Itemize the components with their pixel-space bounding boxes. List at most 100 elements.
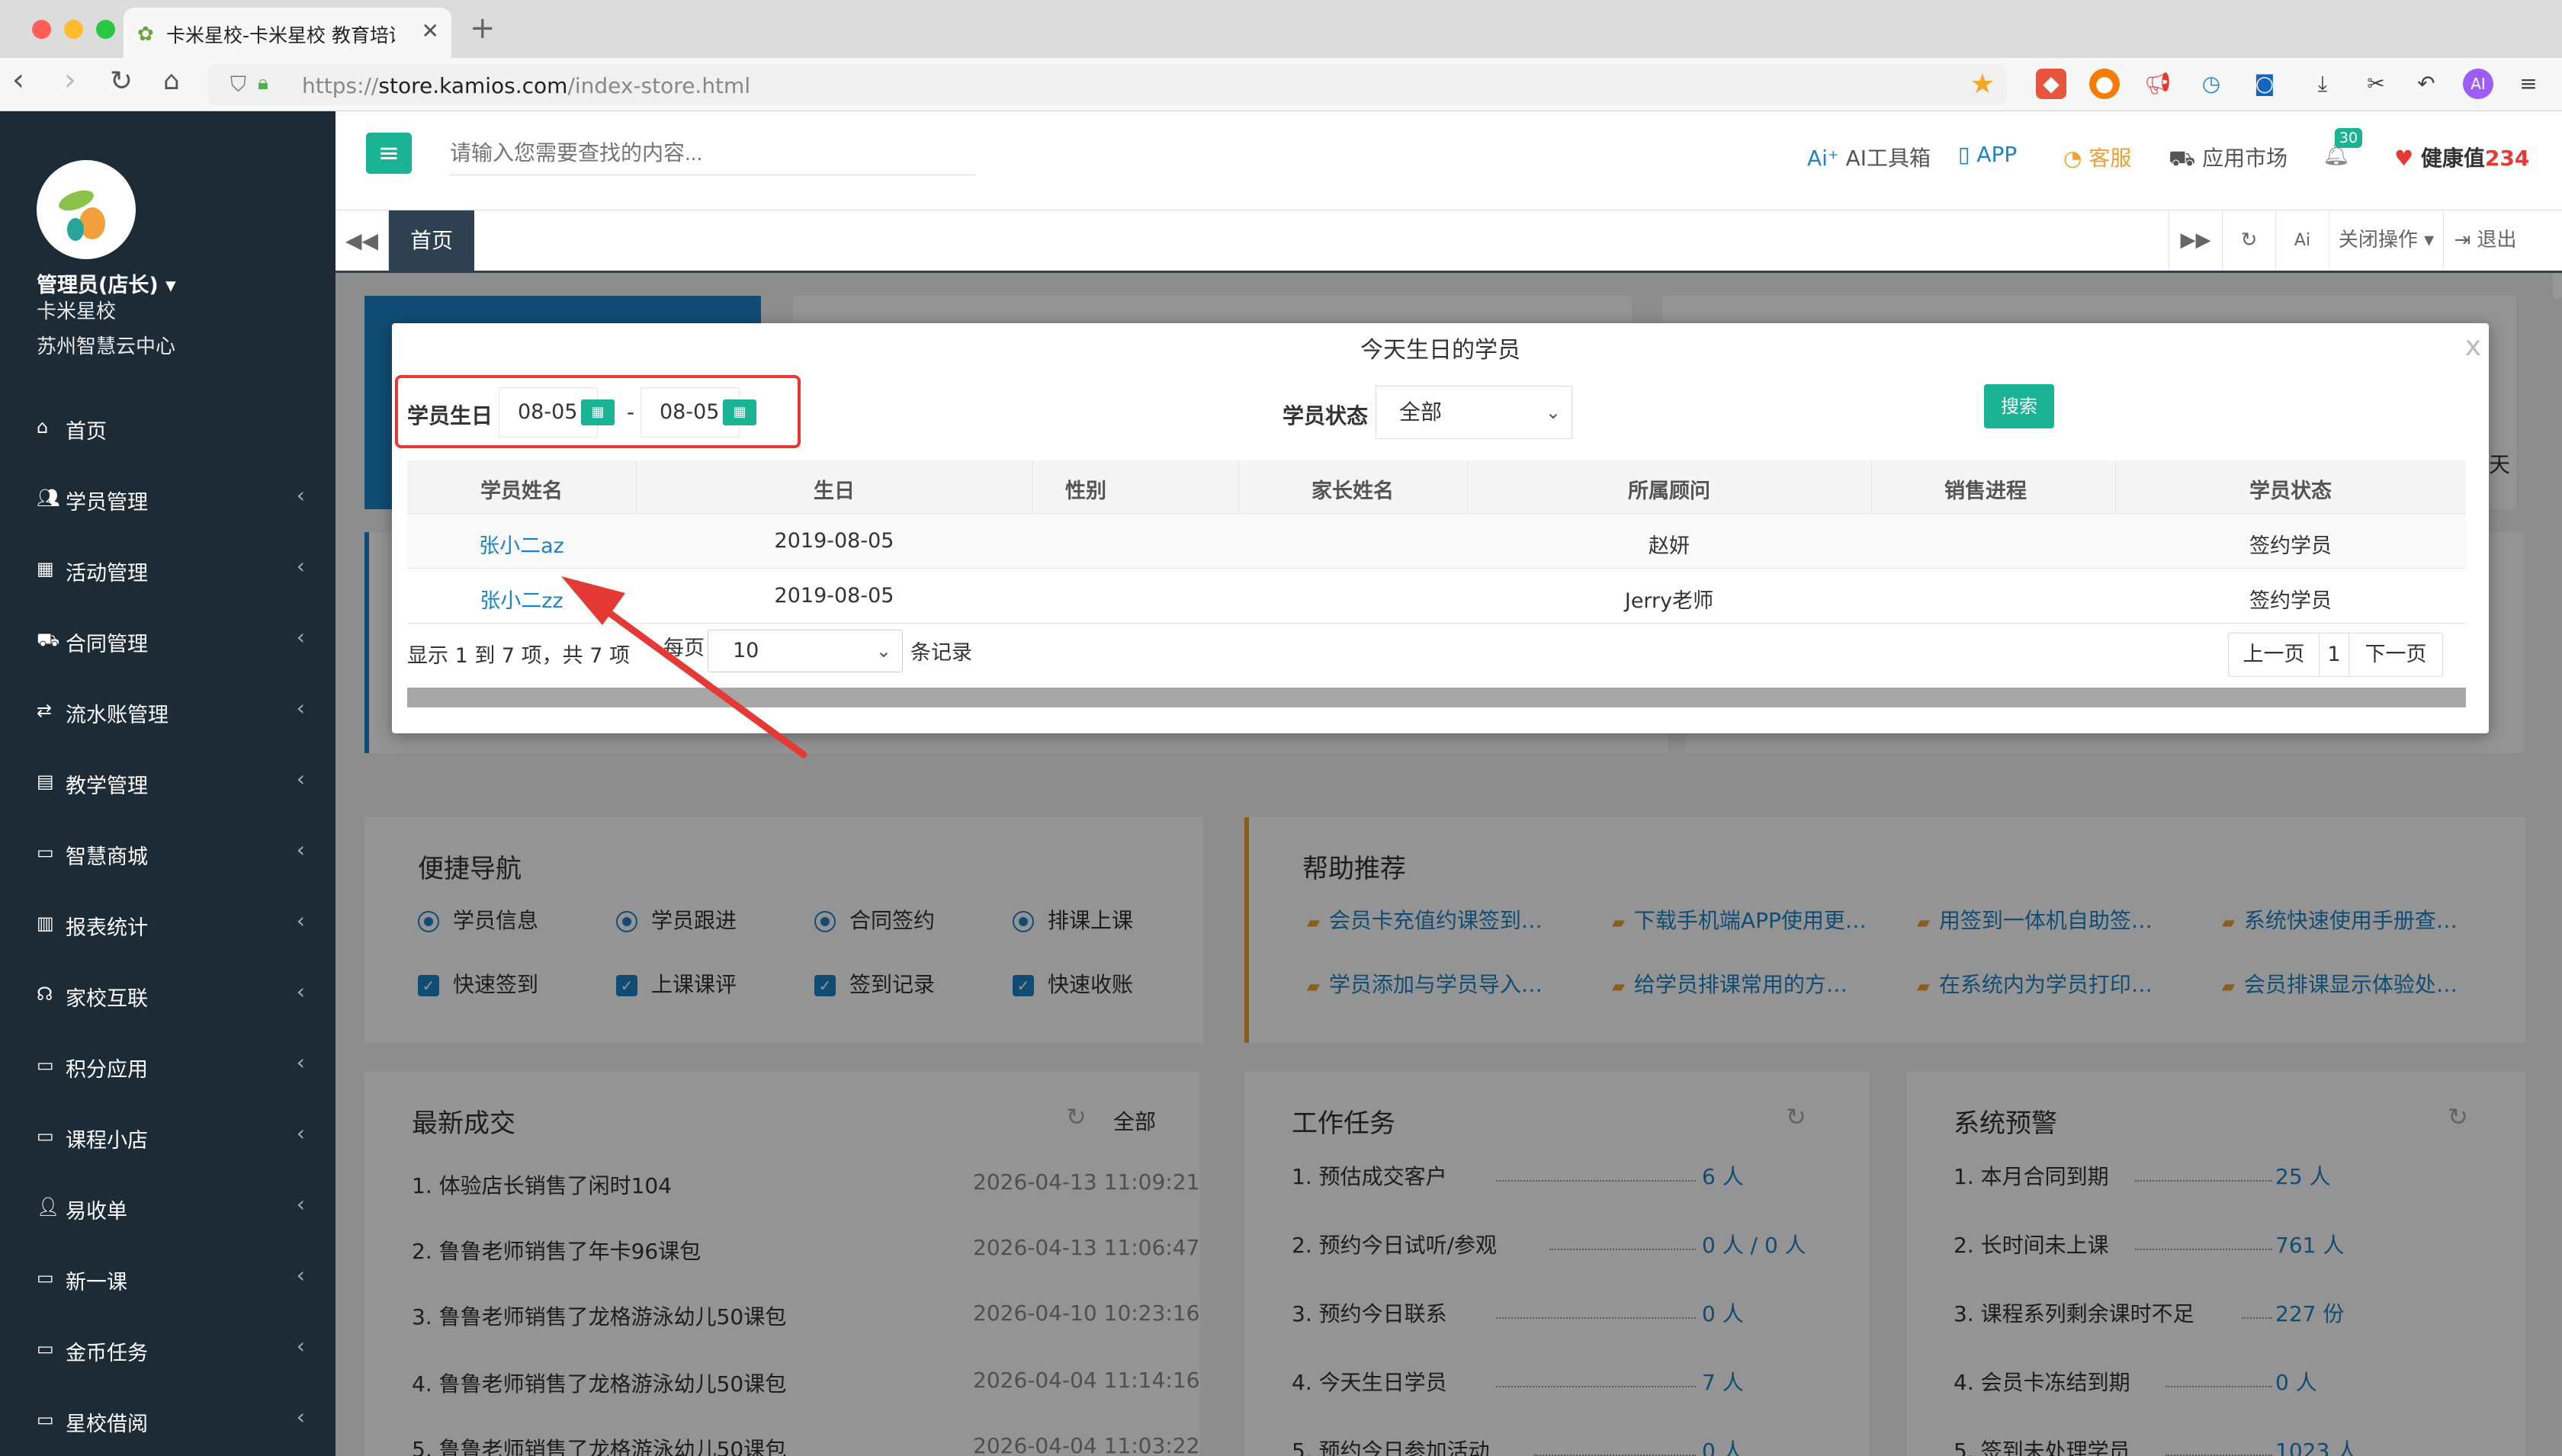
next-page-button[interactable]: 下一页 bbox=[2348, 633, 2443, 677]
camera-extension-icon[interactable]: ◙ bbox=[2249, 69, 2280, 99]
app-market-link[interactable]: ⛟ 应用市场 bbox=[2169, 142, 2288, 174]
horizontal-scrollbar[interactable] bbox=[407, 688, 2466, 707]
search-input[interactable] bbox=[450, 131, 976, 175]
user-menu[interactable]: 管理员(店长) ▾ bbox=[37, 268, 176, 298]
close-icon[interactable]: x bbox=[2465, 331, 2481, 362]
menu-icon[interactable]: ≡ bbox=[2513, 69, 2544, 99]
column-header[interactable]: 性别 bbox=[1032, 474, 1139, 504]
prev-page-button[interactable]: 上一页 bbox=[2228, 633, 2320, 677]
map-icon: ▦ bbox=[37, 558, 54, 579]
browser-tabbar: ✿ 卡米星校-卡米星校 教育培训机构管理系统 ✕ + bbox=[0, 0, 2562, 58]
scissors-icon[interactable]: ✂ bbox=[2361, 69, 2391, 99]
sidebar-item-activities[interactable]: ▦ 活动管理 ‹ bbox=[0, 535, 336, 606]
sidebar-item-mall[interactable]: ▭ 智慧商城 ‹ bbox=[0, 819, 336, 890]
tabs-scroll-left-button[interactable]: ◀◀ bbox=[336, 210, 389, 271]
logout-button[interactable]: ⇥ 退出 bbox=[2443, 210, 2527, 271]
sidebar-item-home-school[interactable]: ☊ 家校互联 ‹ bbox=[0, 961, 336, 1031]
back-icon[interactable]: ‹ bbox=[12, 63, 24, 98]
sidebar-item-teaching[interactable]: ▤ 教学管理 ‹ bbox=[0, 748, 336, 819]
new-tab-button[interactable]: + bbox=[470, 11, 496, 46]
home-browser-icon[interactable]: ⌂ bbox=[163, 66, 180, 96]
sidebar-item-contracts[interactable]: ⛟ 合同管理 ‹ bbox=[0, 606, 336, 677]
chevron-left-icon: ‹ bbox=[296, 1121, 305, 1146]
sidebar-item-coin-tasks[interactable]: ▭ 金币任务 ‹ bbox=[0, 1315, 336, 1386]
tab-close-icon[interactable]: ✕ bbox=[422, 18, 439, 43]
table-row: 张小二az 2019-08-05 赵妍 签约学员 bbox=[407, 514, 2466, 569]
game-extension-icon[interactable]: ◆ bbox=[2036, 69, 2066, 99]
date-separator: - bbox=[627, 399, 635, 425]
chevron-left-icon: ‹ bbox=[296, 553, 305, 579]
sidebar-item-home[interactable]: ⌂ 首页 bbox=[0, 393, 336, 464]
ai-extension-icon[interactable]: AI bbox=[2463, 69, 2493, 99]
address-bar[interactable]: ⛉ 🔒︎ https://store.kamios.com/index-stor… bbox=[207, 64, 2007, 105]
menu-toggle-button[interactable]: ≡ bbox=[366, 133, 412, 174]
refresh-tab-button[interactable]: ↻ bbox=[2222, 210, 2275, 271]
logout-icon: ⇥ bbox=[2454, 229, 2471, 252]
download-icon[interactable]: ⤓ bbox=[2307, 69, 2338, 99]
heart-icon: ♥ bbox=[2394, 146, 2414, 171]
logo bbox=[37, 160, 136, 259]
column-header[interactable]: 学员状态 bbox=[2115, 474, 2466, 504]
status-select[interactable]: 全部 ⌄ bbox=[1376, 386, 1572, 439]
column-header[interactable]: 销售进程 bbox=[1871, 474, 2100, 504]
browser-tab[interactable]: ✿ 卡米星校-卡米星校 教育培训机构管理系统 ✕ bbox=[124, 8, 451, 58]
megaphone-extension-icon[interactable]: 📢︎ bbox=[2143, 69, 2173, 99]
close-ops-dropdown[interactable]: 关闭操作 ▾ bbox=[2329, 210, 2443, 271]
tab-home[interactable]: 首页 bbox=[389, 210, 474, 271]
sidebar-item-library[interactable]: ▭ 星校借阅 ‹ bbox=[0, 1386, 336, 1456]
sidebar-item-ledger[interactable]: ⇄ 流水账管理 ‹ bbox=[0, 677, 336, 748]
service-link[interactable]: ◔ 客服 bbox=[2063, 142, 2131, 172]
health-link[interactable]: ♥ 健康值234 bbox=[2394, 142, 2529, 172]
status-cell: 签约学员 bbox=[2249, 589, 2332, 613]
mobile-icon: ▯ bbox=[1958, 142, 1970, 167]
tabs-scroll-right-button[interactable]: ▶▶ bbox=[2169, 210, 2222, 271]
search-button[interactable]: 搜索 bbox=[1984, 384, 2054, 428]
ai-tab-button[interactable]: Ai bbox=[2275, 210, 2329, 271]
sidebar-item-easy-pay[interactable]: 👤︎ 易收单 ‹ bbox=[0, 1173, 336, 1244]
headphones-icon: ☊ bbox=[37, 983, 53, 1005]
close-window-button[interactable] bbox=[32, 20, 51, 39]
student-name-link[interactable]: 张小二az bbox=[407, 529, 636, 559]
browser-navbar: ‹ › ↻ ⌂ ⛉ 🔒︎ https://store.kamios.com/in… bbox=[0, 58, 2562, 111]
undo-icon[interactable]: ↶ bbox=[2411, 69, 2442, 99]
cart-icon: ⛟ bbox=[37, 629, 60, 650]
forward-icon[interactable]: › bbox=[64, 63, 76, 98]
sidebar-item-points[interactable]: ▭ 积分应用 ‹ bbox=[0, 1031, 336, 1102]
notification-badge: 30 bbox=[2335, 128, 2362, 148]
column-header[interactable]: 所属顾问 bbox=[1467, 474, 1871, 504]
sidebar-item-course-shop[interactable]: ▭ 课程小店 ‹ bbox=[0, 1102, 336, 1173]
column-header[interactable]: 学员姓名 bbox=[407, 474, 636, 504]
reload-icon[interactable]: ↻ bbox=[110, 66, 133, 97]
calendar-icon[interactable]: ▦ bbox=[723, 399, 756, 425]
clock-extension-icon[interactable]: ◷ bbox=[2196, 69, 2226, 99]
birthday-cell: 2019-08-05 bbox=[774, 529, 894, 553]
page-number-button[interactable]: 1 bbox=[2319, 633, 2349, 677]
advisor-cell: 赵妍 bbox=[1649, 534, 1690, 558]
minimize-window-button[interactable] bbox=[64, 20, 83, 39]
user-plus-icon: 👤︎ bbox=[37, 1196, 60, 1217]
sidebar-item-new-lesson[interactable]: ▭ 新一课 ‹ bbox=[0, 1244, 336, 1315]
page-size-select[interactable]: 10 ⌄ bbox=[708, 630, 903, 672]
student-name-link[interactable]: 张小二zz bbox=[407, 584, 636, 614]
cart-icon: ⛟ bbox=[2169, 146, 2196, 171]
chevron-left-icon: ‹ bbox=[296, 1333, 305, 1358]
fire-extension-icon[interactable]: ● bbox=[2089, 69, 2120, 99]
ai-toolbox-link[interactable]: Ai⁺ AI工具箱 bbox=[1807, 142, 1931, 172]
chevron-left-icon: ‹ bbox=[296, 766, 305, 791]
page-tabs: ◀◀ 首页 ▶▶ ↻ Ai 关闭操作 ▾ ⇥ 退出 bbox=[336, 210, 2562, 273]
app-link[interactable]: ▯ APP bbox=[1958, 142, 2017, 167]
column-header[interactable]: 家长姓名 bbox=[1238, 474, 1467, 504]
bookmark-star-icon[interactable]: ★ bbox=[1970, 69, 1995, 100]
status-label: 学员状态 bbox=[1283, 403, 1369, 428]
sidebar-item-students[interactable]: 👥︎ 学员管理 ‹ bbox=[0, 464, 336, 535]
column-header[interactable]: 生日 bbox=[636, 474, 1032, 504]
exchange-icon: ⇄ bbox=[37, 700, 53, 721]
maximize-window-button[interactable] bbox=[96, 20, 115, 39]
url-text: https://store.kamios.com/index-store.htm… bbox=[302, 73, 751, 98]
chevron-left-icon: ‹ bbox=[296, 483, 305, 508]
page-scrollbar[interactable] bbox=[2553, 273, 2562, 299]
sidebar-item-reports[interactable]: ▥ 报表统计 ‹ bbox=[0, 890, 336, 961]
calendar-icon[interactable]: ▦ bbox=[581, 399, 615, 425]
chevron-left-icon: ‹ bbox=[296, 1262, 305, 1288]
tab-title: 卡米星校-卡米星校 教育培训机构管理系统 bbox=[166, 24, 395, 47]
